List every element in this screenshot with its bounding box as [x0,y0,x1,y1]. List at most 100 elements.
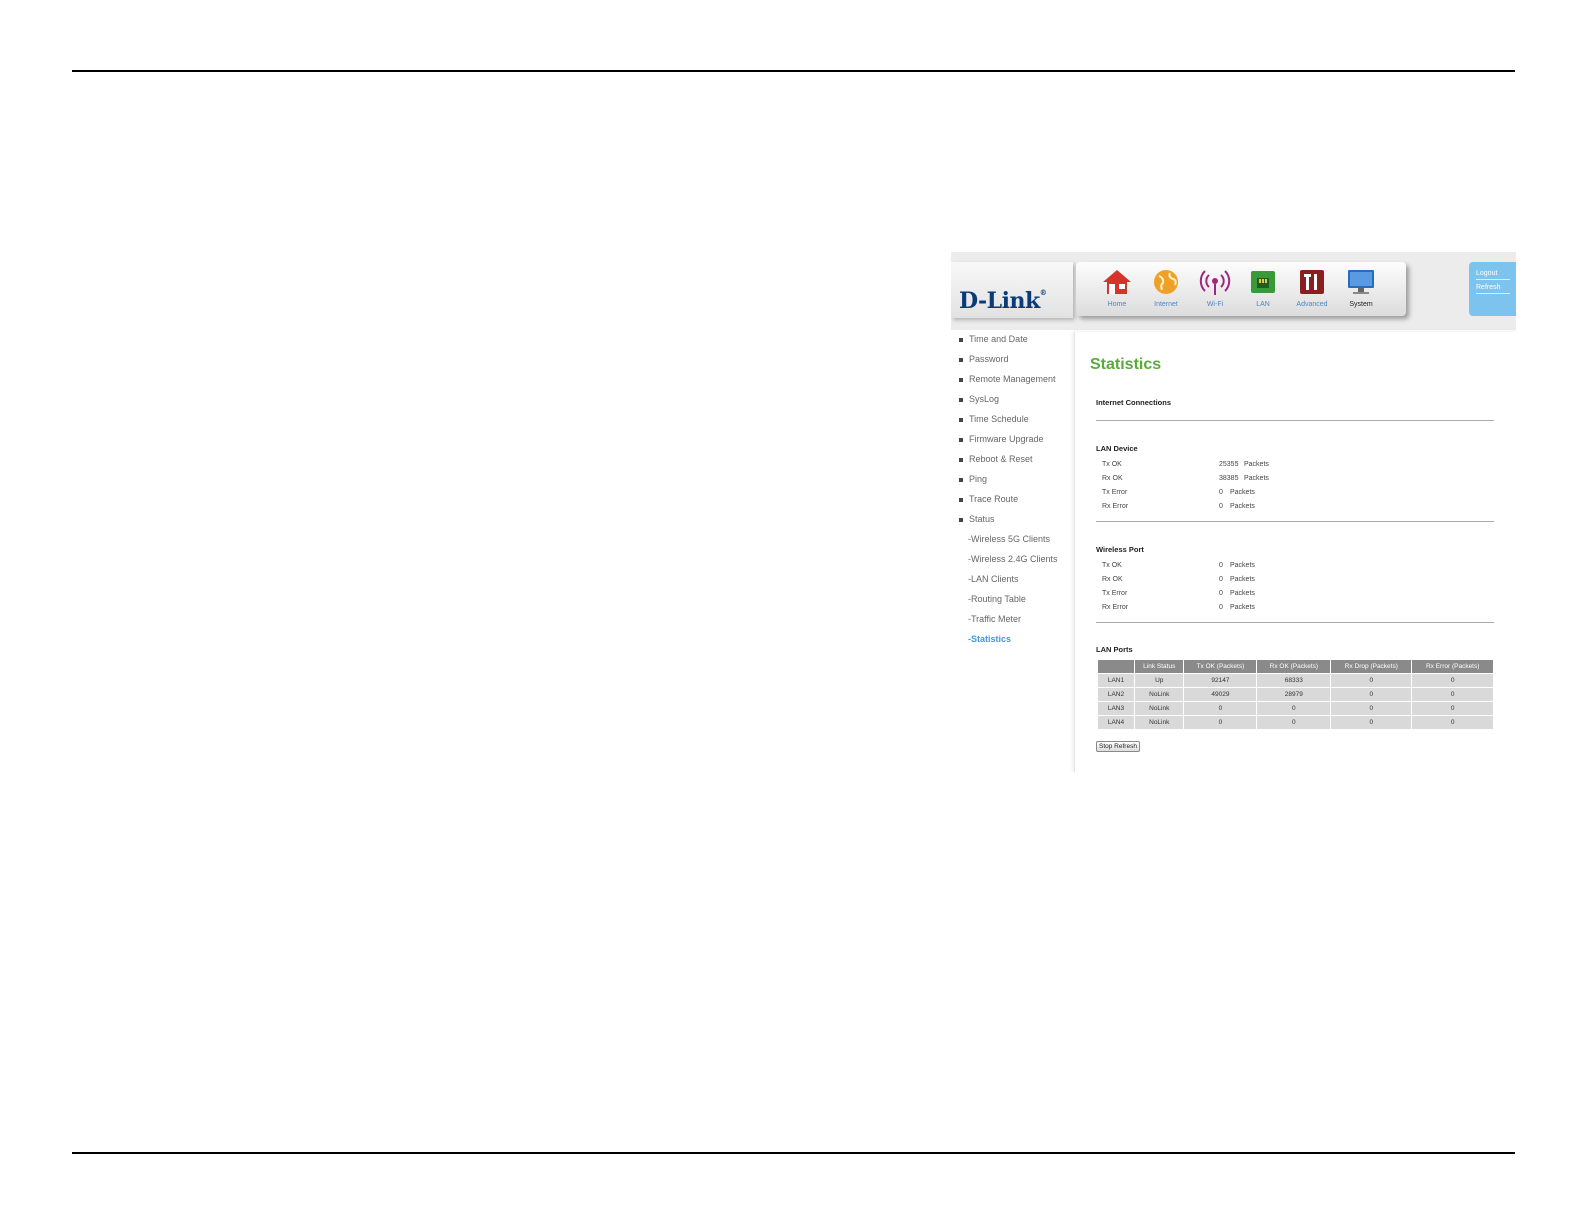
table-cell: NoLink [1135,688,1184,701]
column-header: Link Status [1135,660,1184,673]
wl-rx-ok-unit: Packets [1230,576,1255,583]
table-row: LAN3 NoLink 0 0 0 0 [1098,702,1493,715]
column-header: Rx Error (Packets) [1412,660,1493,673]
sidebar-subitem-routing-table[interactable]: -Routing Table [968,594,1026,604]
stop-refresh-button[interactable]: Stop Refresh [1096,741,1140,752]
sidebar-subitem-statistics[interactable]: -Statistics [968,634,1011,644]
table-cell: 0 [1331,674,1412,687]
bullet-icon [959,357,963,362]
sidebar-subitem-lan-clients[interactable]: -LAN Clients [968,574,1019,584]
sidebar-item-password[interactable]: Password [959,354,1009,364]
page-top-rule [72,70,1515,72]
bullet-icon [959,517,963,522]
table-cell: LAN1 [1098,674,1134,687]
table-cell: 0 [1412,688,1493,701]
lan-tx-error-value: 0 [1219,489,1223,496]
table-cell: 0 [1412,674,1493,687]
nav-home[interactable]: Home [1094,268,1140,314]
nav-label-system: System [1349,301,1373,308]
bullet-icon [959,437,963,442]
wl-tx-ok-label: Tx OK [1102,562,1122,569]
monitor-icon [1348,270,1374,294]
refresh-link[interactable]: Refresh [1476,284,1510,294]
tools-icon [1300,270,1324,294]
table-cell: 0 [1331,702,1412,715]
wl-rx-error-unit: Packets [1230,604,1255,611]
wl-tx-error-label: Tx Error [1102,590,1128,597]
table-cell: 0 [1412,702,1493,715]
column-header: Rx Drop (Packets) [1331,660,1412,673]
column-header: Rx OK (Packets) [1257,660,1331,673]
bullet-icon [959,497,963,502]
lan-tx-ok-label: Tx OK [1102,461,1122,468]
divider [1096,420,1494,421]
sidebar-item-syslog[interactable]: SysLog [959,394,999,404]
sidebar-subitem-wireless-24g-clients[interactable]: -Wireless 2.4G Clients [968,554,1058,564]
logo-box: D-Link® [951,262,1073,318]
nav-advanced[interactable]: Advanced [1289,268,1335,314]
lan-rx-error-value: 0 [1219,503,1223,510]
table-row: LAN2 NoLink 49029 28979 0 0 [1098,688,1493,701]
wl-rx-ok-label: Rx OK [1102,576,1123,583]
nav-label-wifi: Wi-Fi [1206,301,1224,308]
table-cell: LAN2 [1098,688,1134,701]
sidebar-item-ping[interactable]: Ping [959,474,987,484]
bullet-icon [959,477,963,482]
column-header [1098,660,1134,673]
top-links-panel: Logout Refresh [1469,262,1516,316]
header: D-Link® Home Internet Wi-Fi LAN Advanced… [951,252,1516,330]
nav-system[interactable]: System [1338,268,1384,314]
table-cell: 0 [1184,716,1257,729]
lan-rx-error-label: Rx Error [1102,503,1129,510]
lan-tx-ok-unit: Packets [1244,461,1269,468]
wl-tx-ok-unit: Packets [1230,562,1255,569]
router-ui-screenshot: D-Link® Home Internet Wi-Fi LAN Advanced… [951,252,1516,772]
table-cell: 0 [1257,716,1331,729]
lan-rx-error-unit: Packets [1230,503,1255,510]
bullet-icon [959,397,963,402]
lan-device-heading: LAN Device [1096,444,1138,453]
table-cell: NoLink [1135,702,1184,715]
sidebar-item-time-and-date[interactable]: Time and Date [959,334,1028,344]
sidebar-subitem-wireless-5g-clients[interactable]: -Wireless 5G Clients [968,534,1050,544]
lan-icon [1251,271,1275,293]
nav-label-home: Home [1107,301,1127,308]
divider [1096,622,1494,623]
content-panel: Statistics Internet Connections LAN Devi… [1074,332,1516,772]
nav-lan[interactable]: LAN [1240,268,1286,314]
sidebar-item-time-schedule[interactable]: Time Schedule [959,414,1029,424]
table-cell: NoLink [1135,716,1184,729]
sidebar-subitem-traffic-meter[interactable]: -Traffic Meter [968,614,1021,624]
sidebar-item-status[interactable]: Status [959,514,995,524]
logout-link[interactable]: Logout [1476,270,1510,280]
nav-label-advanced: Advanced [1296,301,1328,308]
wl-rx-error-value: 0 [1219,604,1223,611]
table-cell: 49029 [1184,688,1257,701]
globe-icon [1154,270,1178,294]
table-cell: LAN3 [1098,702,1134,715]
table-header-row: Link Status Tx OK (Packets) Rx OK (Packe… [1098,660,1493,673]
sidebar-item-trace-route[interactable]: Trace Route [959,494,1018,504]
column-header: Tx OK (Packets) [1184,660,1257,673]
divider [1096,521,1494,522]
sidebar-item-firmware-upgrade[interactable]: Firmware Upgrade [959,434,1044,444]
lan-rx-ok-value: 38385 [1219,475,1239,482]
table-cell: 0 [1331,716,1412,729]
lan-rx-ok-unit: Packets [1244,475,1269,482]
bullet-icon [959,457,963,462]
nav-wifi[interactable]: Wi-Fi [1192,268,1238,314]
table-cell: 68333 [1257,674,1331,687]
bullet-icon [959,337,963,342]
nav-label-lan: LAN [1256,301,1270,308]
wl-tx-error-value: 0 [1219,590,1223,597]
table-row: LAN4 NoLink 0 0 0 0 [1098,716,1493,729]
nav-label-internet: Internet [1154,301,1178,308]
table-row: LAN1 Up 92147 68333 0 0 [1098,674,1493,687]
lan-rx-ok-label: Rx OK [1102,475,1123,482]
sidebar-item-reboot-reset[interactable]: Reboot & Reset [959,454,1033,464]
nav-internet[interactable]: Internet [1143,268,1189,314]
dlink-logo: D-Link® [959,288,1047,314]
wl-rx-error-label: Rx Error [1102,604,1129,611]
lan-tx-error-unit: Packets [1230,489,1255,496]
sidebar-item-remote-management[interactable]: Remote Management [959,374,1056,384]
